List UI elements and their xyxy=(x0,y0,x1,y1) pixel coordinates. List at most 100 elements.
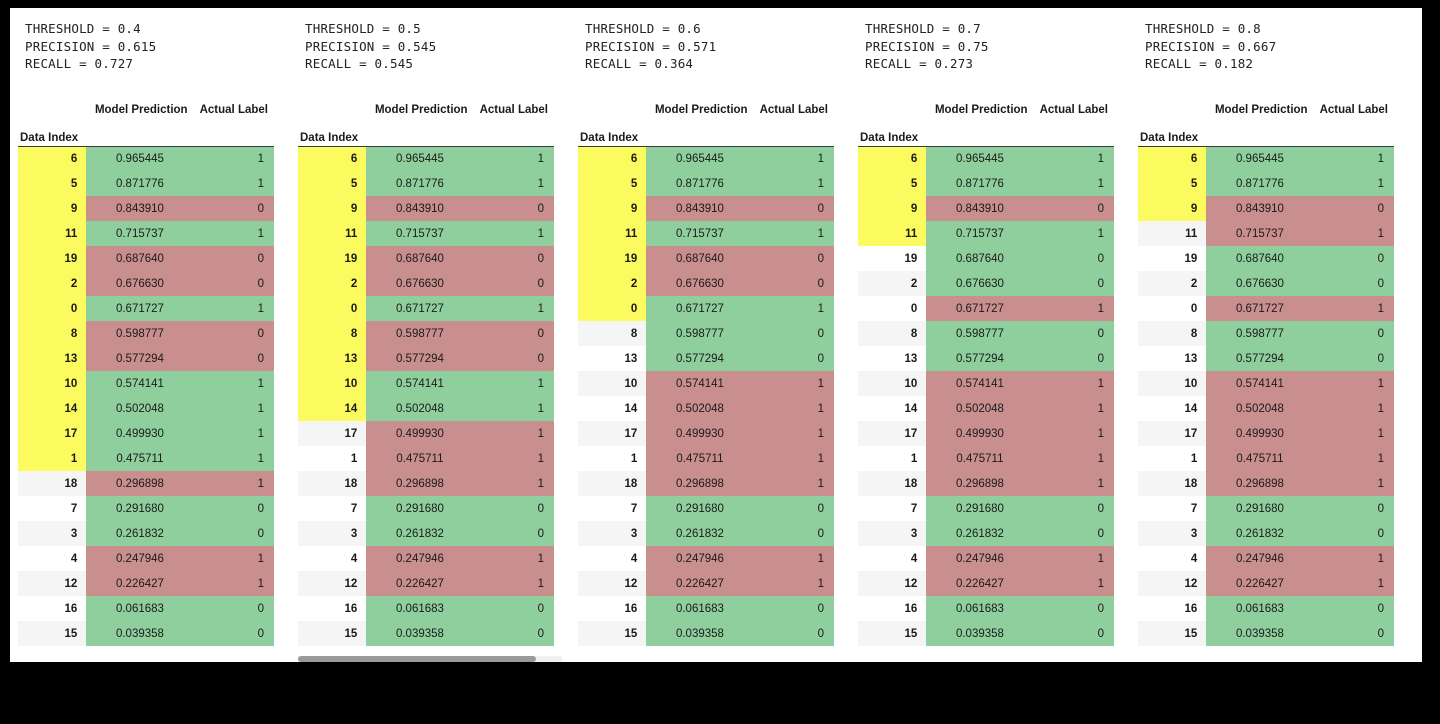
cell-model-prediction: 0.039358 xyxy=(646,621,754,646)
table-row: 14 0.502048 1 xyxy=(18,396,274,421)
table-row: 3 0.261832 0 xyxy=(858,521,1114,546)
cell-actual-label: 1 xyxy=(473,446,554,471)
cell-model-prediction: 0.965445 xyxy=(646,146,754,171)
header-spacer xyxy=(86,118,194,147)
table-row: 5 0.871776 1 xyxy=(578,171,834,196)
cell-data-index: 11 xyxy=(1138,221,1207,246)
table-row: 17 0.499930 1 xyxy=(18,421,274,446)
table-row: 2 0.676630 0 xyxy=(858,271,1114,296)
cell-model-prediction: 0.247946 xyxy=(926,546,1034,571)
table-row: 18 0.296898 1 xyxy=(578,471,834,496)
cell-actual-label: 0 xyxy=(1313,271,1394,296)
cell-actual-label: 1 xyxy=(1313,171,1394,196)
cell-model-prediction: 0.475711 xyxy=(366,446,474,471)
cell-model-prediction: 0.574141 xyxy=(926,371,1034,396)
cell-model-prediction: 0.671727 xyxy=(1206,296,1314,321)
prediction-table-wrap: Model Prediction Actual Label Data Index 6 0… xyxy=(18,96,282,646)
table-row: 4 0.247946 1 xyxy=(578,546,834,571)
cell-data-index: 17 xyxy=(18,421,87,446)
cell-model-prediction: 0.061683 xyxy=(1206,596,1314,621)
header-spacer xyxy=(366,118,474,147)
table-row: 13 0.577294 0 xyxy=(1138,346,1394,371)
cell-model-prediction: 0.598777 xyxy=(646,321,754,346)
cell-actual-label: 0 xyxy=(753,346,834,371)
table-row: 4 0.247946 1 xyxy=(1138,546,1394,571)
cell-data-index: 10 xyxy=(298,371,367,396)
cell-data-index: 10 xyxy=(858,371,927,396)
cell-actual-label: 0 xyxy=(753,496,834,521)
table-row: 7 0.291680 0 xyxy=(1138,496,1394,521)
table-row: 16 0.061683 0 xyxy=(18,596,274,621)
cell-actual-label: 0 xyxy=(753,521,834,546)
header-spacer xyxy=(1138,96,1206,118)
cell-data-index: 17 xyxy=(858,421,927,446)
table-header-row-top: Model Prediction Actual Label xyxy=(1138,96,1394,118)
metrics-block: THRESHOLD = 0.6 PRECISION = 0.571 RECALL =… xyxy=(570,8,850,73)
cell-model-prediction: 0.291680 xyxy=(646,496,754,521)
cell-data-index: 1 xyxy=(1138,446,1207,471)
table-row: 9 0.843910 0 xyxy=(298,196,554,221)
table-row: 8 0.598777 0 xyxy=(1138,321,1394,346)
column-header-model-prediction: Model Prediction xyxy=(374,104,468,116)
cell-actual-label: 0 xyxy=(473,596,554,621)
cell-data-index: 4 xyxy=(1138,546,1207,571)
cell-data-index: 5 xyxy=(298,171,367,196)
cell-actual-label: 0 xyxy=(753,271,834,296)
scrollbar-thumb[interactable] xyxy=(298,656,536,662)
cell-model-prediction: 0.598777 xyxy=(366,321,474,346)
cell-model-prediction: 0.843910 xyxy=(86,196,194,221)
cell-model-prediction: 0.475711 xyxy=(1206,446,1314,471)
cell-actual-label: 1 xyxy=(1033,296,1114,321)
cell-data-index: 5 xyxy=(858,171,927,196)
table-row: 4 0.247946 1 xyxy=(858,546,1114,571)
cell-data-index: 19 xyxy=(858,246,927,271)
cell-model-prediction: 0.843910 xyxy=(926,196,1034,221)
table-row: 12 0.226427 1 xyxy=(1138,571,1394,596)
cell-model-prediction: 0.226427 xyxy=(366,571,474,596)
table-row: 1 0.475711 1 xyxy=(1138,446,1394,471)
cell-actual-label: 1 xyxy=(1313,396,1394,421)
cell-model-prediction: 0.291680 xyxy=(86,496,194,521)
table-row: 8 0.598777 0 xyxy=(298,321,554,346)
header-spacer xyxy=(1206,118,1314,147)
cell-model-prediction: 0.247946 xyxy=(86,546,194,571)
header-spacer xyxy=(926,118,1034,147)
cell-model-prediction: 0.574141 xyxy=(86,371,194,396)
cell-model-prediction: 0.598777 xyxy=(926,321,1034,346)
table-row: 9 0.843910 0 xyxy=(18,196,274,221)
cell-model-prediction: 0.291680 xyxy=(1206,496,1314,521)
prediction-table: Model Prediction Actual Label Data Index 6 0… xyxy=(298,96,554,646)
horizontal-scrollbar[interactable] xyxy=(298,656,562,662)
cell-model-prediction: 0.715737 xyxy=(366,221,474,246)
cell-data-index: 4 xyxy=(858,546,927,571)
column-header-data-index: Data Index xyxy=(578,118,647,147)
cell-data-index: 17 xyxy=(298,421,367,446)
cell-model-prediction: 0.261832 xyxy=(366,521,474,546)
column-header-data-index: Data Index xyxy=(1138,118,1207,147)
table-header-row-index: Data Index xyxy=(18,118,274,147)
table-header-row-index: Data Index xyxy=(298,118,554,147)
cell-actual-label: 1 xyxy=(753,171,834,196)
prediction-table: Model Prediction Actual Label Data Index 6 0… xyxy=(578,96,834,646)
cell-actual-label: 0 xyxy=(193,496,274,521)
table-row: 11 0.715737 1 xyxy=(1138,221,1394,246)
cell-model-prediction: 0.871776 xyxy=(926,171,1034,196)
cell-model-prediction: 0.715737 xyxy=(86,221,194,246)
cell-model-prediction: 0.843910 xyxy=(366,196,474,221)
table-row: 13 0.577294 0 xyxy=(18,346,274,371)
cell-data-index: 6 xyxy=(1138,146,1207,171)
cell-actual-label: 0 xyxy=(753,621,834,646)
table-row: 14 0.502048 1 xyxy=(858,396,1114,421)
cell-data-index: 7 xyxy=(298,496,367,521)
table-row: 4 0.247946 1 xyxy=(18,546,274,571)
cell-actual-label: 1 xyxy=(193,421,274,446)
cell-model-prediction: 0.039358 xyxy=(366,621,474,646)
table-row: 18 0.296898 1 xyxy=(1138,471,1394,496)
cell-actual-label: 1 xyxy=(1313,371,1394,396)
threshold-panel-container: THRESHOLD = 0.4 PRECISION = 0.615 RECALL =… xyxy=(10,8,1422,662)
cell-model-prediction: 0.502048 xyxy=(1206,396,1314,421)
cell-data-index: 18 xyxy=(298,471,367,496)
cell-actual-label: 0 xyxy=(1313,621,1394,646)
table-row: 9 0.843910 0 xyxy=(578,196,834,221)
cell-data-index: 2 xyxy=(1138,271,1207,296)
